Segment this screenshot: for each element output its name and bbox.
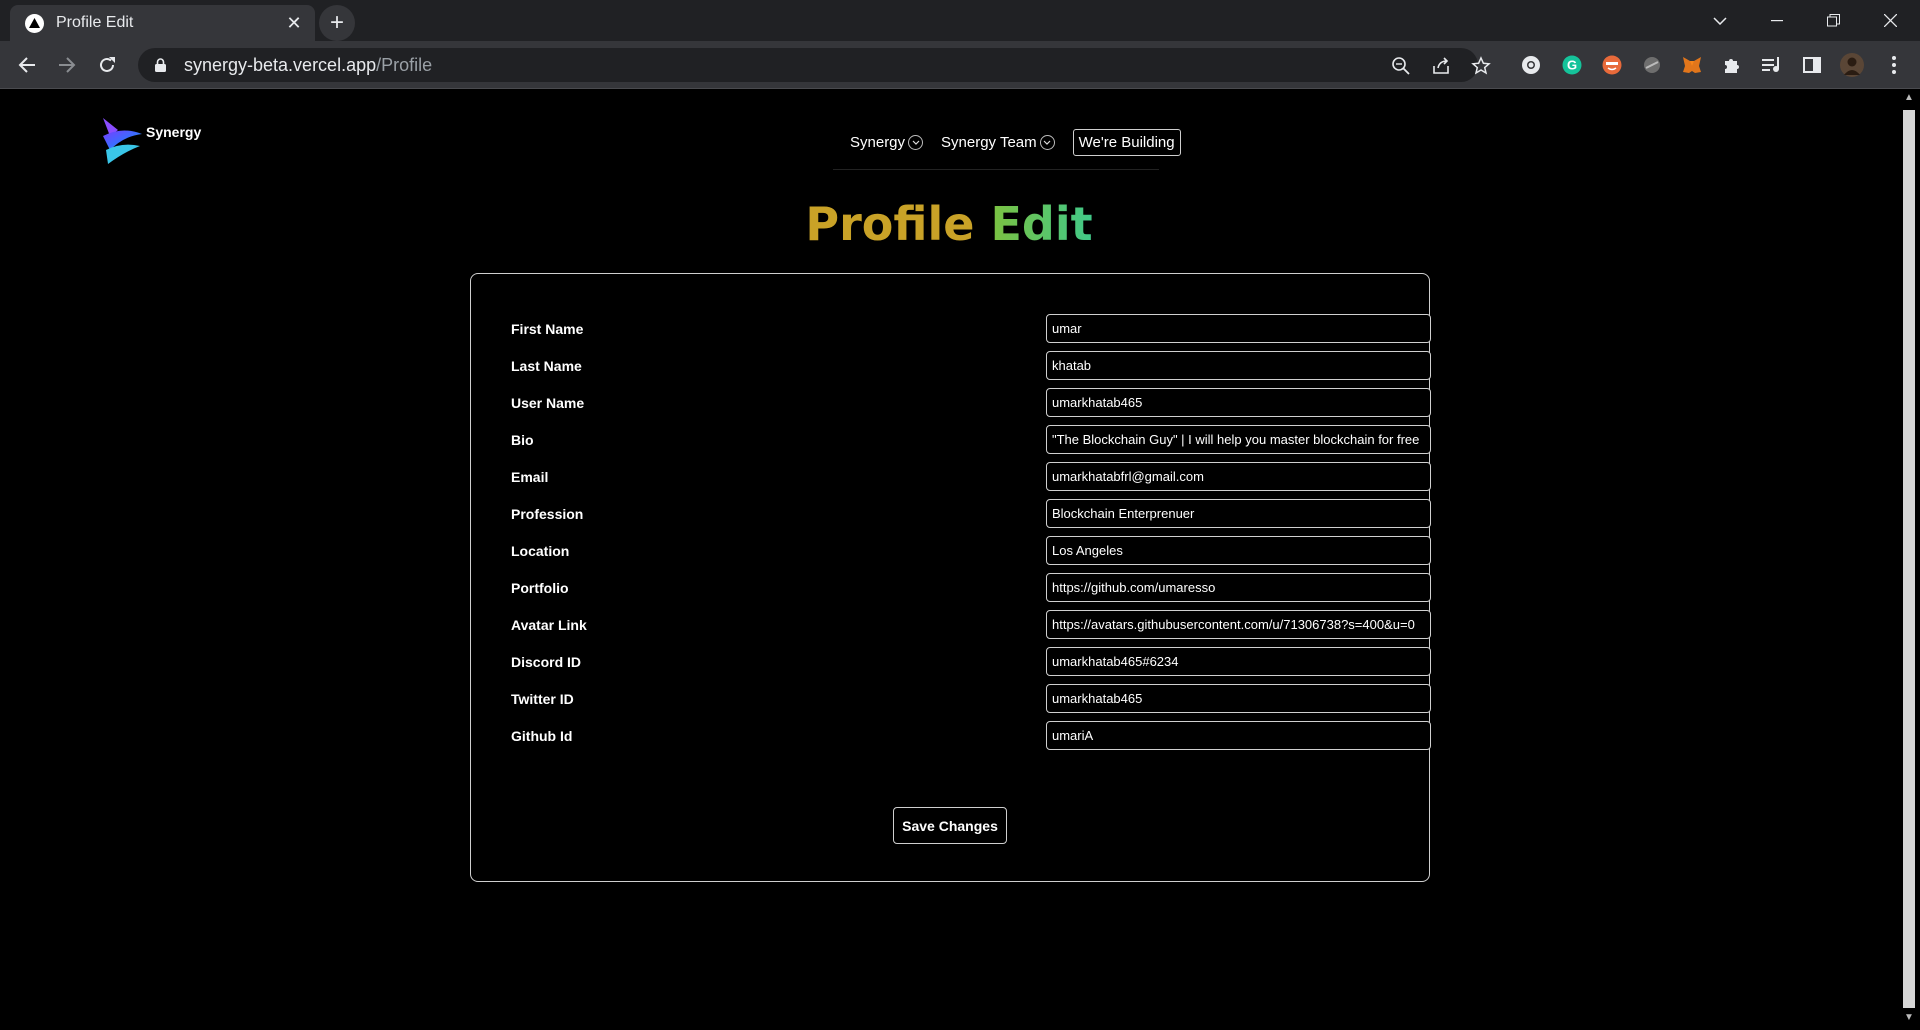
form-row-first-name: First Name <box>511 314 1431 344</box>
github-id-input[interactable] <box>1046 721 1431 750</box>
url-text: synergy-beta.vercel.app/Profile <box>184 55 432 76</box>
last-name-label: Last Name <box>511 358 582 374</box>
page-title-part1: Profile <box>805 197 975 251</box>
metamask-fox-icon[interactable] <box>1680 53 1704 77</box>
email-input[interactable] <box>1046 462 1431 491</box>
top-navigation: Synergy Synergy Team We're Building <box>850 129 1181 156</box>
extensions-puzzle-icon[interactable] <box>1720 53 1744 77</box>
share-icon[interactable] <box>1431 56 1451 76</box>
nav-item-synergy-team[interactable]: Synergy Team <box>941 134 1055 151</box>
nav-item-label: Synergy <box>850 134 906 151</box>
scroll-down-arrow-icon[interactable]: ▼ <box>1902 1012 1916 1026</box>
discord-id-label: Discord ID <box>511 654 582 670</box>
scroll-up-arrow-icon[interactable]: ▲ <box>1902 92 1916 106</box>
page-content: Synergy Synergy Synergy Team We're Build… <box>0 89 1898 1030</box>
form-row-twitter-id: Twitter ID <box>511 684 1431 714</box>
media-queue-icon[interactable] <box>1760 53 1784 77</box>
chevron-down-icon <box>1039 135 1055 150</box>
emoji-extension-icon[interactable] <box>1600 53 1624 77</box>
user-name-label: User Name <box>511 395 585 411</box>
form-row-profession: Profession <box>511 499 1431 529</box>
tab-close-icon[interactable]: ✕ <box>283 13 305 34</box>
address-bar[interactable]: synergy-beta.vercel.app/Profile <box>138 48 1491 82</box>
tab-title: Profile Edit <box>56 14 134 31</box>
profession-input[interactable] <box>1046 499 1431 528</box>
browser-tab[interactable]: Profile Edit ✕ <box>10 5 315 41</box>
grammarly-icon[interactable]: G <box>1560 53 1584 77</box>
avatar-link-label: Avatar Link <box>511 617 587 633</box>
save-changes-button[interactable]: Save Changes <box>893 807 1007 844</box>
vercel-favicon-icon <box>25 13 44 33</box>
browser-toolbar: synergy-beta.vercel.app/Profile G <box>0 41 1920 89</box>
minimize-icon[interactable] <box>1749 0 1805 41</box>
form-row-bio: Bio <box>511 425 1431 455</box>
first-name-label: First Name <box>511 321 584 337</box>
url-path: /Profile <box>376 54 433 75</box>
twitter-id-label: Twitter ID <box>511 691 574 707</box>
github-id-label: Github Id <box>511 728 573 744</box>
twitter-id-input[interactable] <box>1046 684 1431 713</box>
portfolio-label: Portfolio <box>511 580 569 596</box>
nav-item-synergy[interactable]: Synergy <box>850 134 924 151</box>
synergy-logo-icon <box>103 118 142 164</box>
reload-icon[interactable] <box>91 49 123 81</box>
form-row-github-id: Github Id <box>511 721 1431 751</box>
lock-icon[interactable] <box>152 58 168 72</box>
bio-input[interactable] <box>1046 425 1431 454</box>
url-host: synergy-beta.vercel.app <box>184 54 377 75</box>
page-title-part2: Edit <box>990 197 1093 251</box>
form-row-portfolio: Portfolio <box>511 573 1431 603</box>
browser-tab-bar: Profile Edit ✕ + <box>0 0 1920 41</box>
close-window-icon[interactable] <box>1862 0 1918 41</box>
side-panel-icon[interactable] <box>1800 53 1824 77</box>
tab-search-chevron-icon[interactable] <box>1692 0 1748 41</box>
new-tab-button[interactable]: + <box>319 5 355 41</box>
extension-dark-icon[interactable] <box>1640 53 1664 77</box>
location-label: Location <box>511 543 570 559</box>
form-row-email: Email <box>511 462 1431 492</box>
svg-text:G: G <box>1567 58 1577 73</box>
form-row-avatar-link: Avatar Link <box>511 610 1431 640</box>
bookmark-star-icon[interactable] <box>1471 56 1491 76</box>
first-name-input[interactable] <box>1046 314 1431 343</box>
form-row-last-name: Last Name <box>511 351 1431 381</box>
zoom-icon[interactable] <box>1391 56 1411 76</box>
page-title: Profile Edit <box>0 197 1898 251</box>
logo-text: Synergy <box>146 124 202 140</box>
avatar-link-input[interactable] <box>1046 610 1431 639</box>
scrollbar-thumb[interactable] <box>1903 110 1915 1008</box>
nav-divider <box>833 169 1159 170</box>
user-name-input[interactable] <box>1046 388 1431 417</box>
location-input[interactable] <box>1046 536 1431 565</box>
profile-avatar[interactable] <box>1840 53 1864 77</box>
nav-item-label: Synergy Team <box>941 134 1037 151</box>
form-row-discord-id: Discord ID <box>511 647 1431 677</box>
form-row-user-name: User Name <box>511 388 1431 418</box>
email-label: Email <box>511 469 549 485</box>
back-icon[interactable] <box>11 49 43 81</box>
portfolio-input[interactable] <box>1046 573 1431 602</box>
restore-icon[interactable] <box>1805 0 1861 41</box>
discord-id-input[interactable] <box>1046 647 1431 676</box>
chevron-down-icon <box>908 135 924 150</box>
site-logo[interactable]: Synergy <box>100 116 201 166</box>
were-building-button[interactable]: We're Building <box>1072 129 1181 156</box>
last-name-input[interactable] <box>1046 351 1431 380</box>
bio-label: Bio <box>511 432 534 448</box>
profession-label: Profession <box>511 506 584 522</box>
extension-chrome-icon[interactable] <box>1519 53 1543 77</box>
profile-edit-form: First Name Last Name User Name Bio Email… <box>470 273 1431 882</box>
form-row-location: Location <box>511 536 1431 566</box>
forward-icon[interactable] <box>51 49 83 81</box>
browser-menu-icon[interactable] <box>1882 53 1906 77</box>
